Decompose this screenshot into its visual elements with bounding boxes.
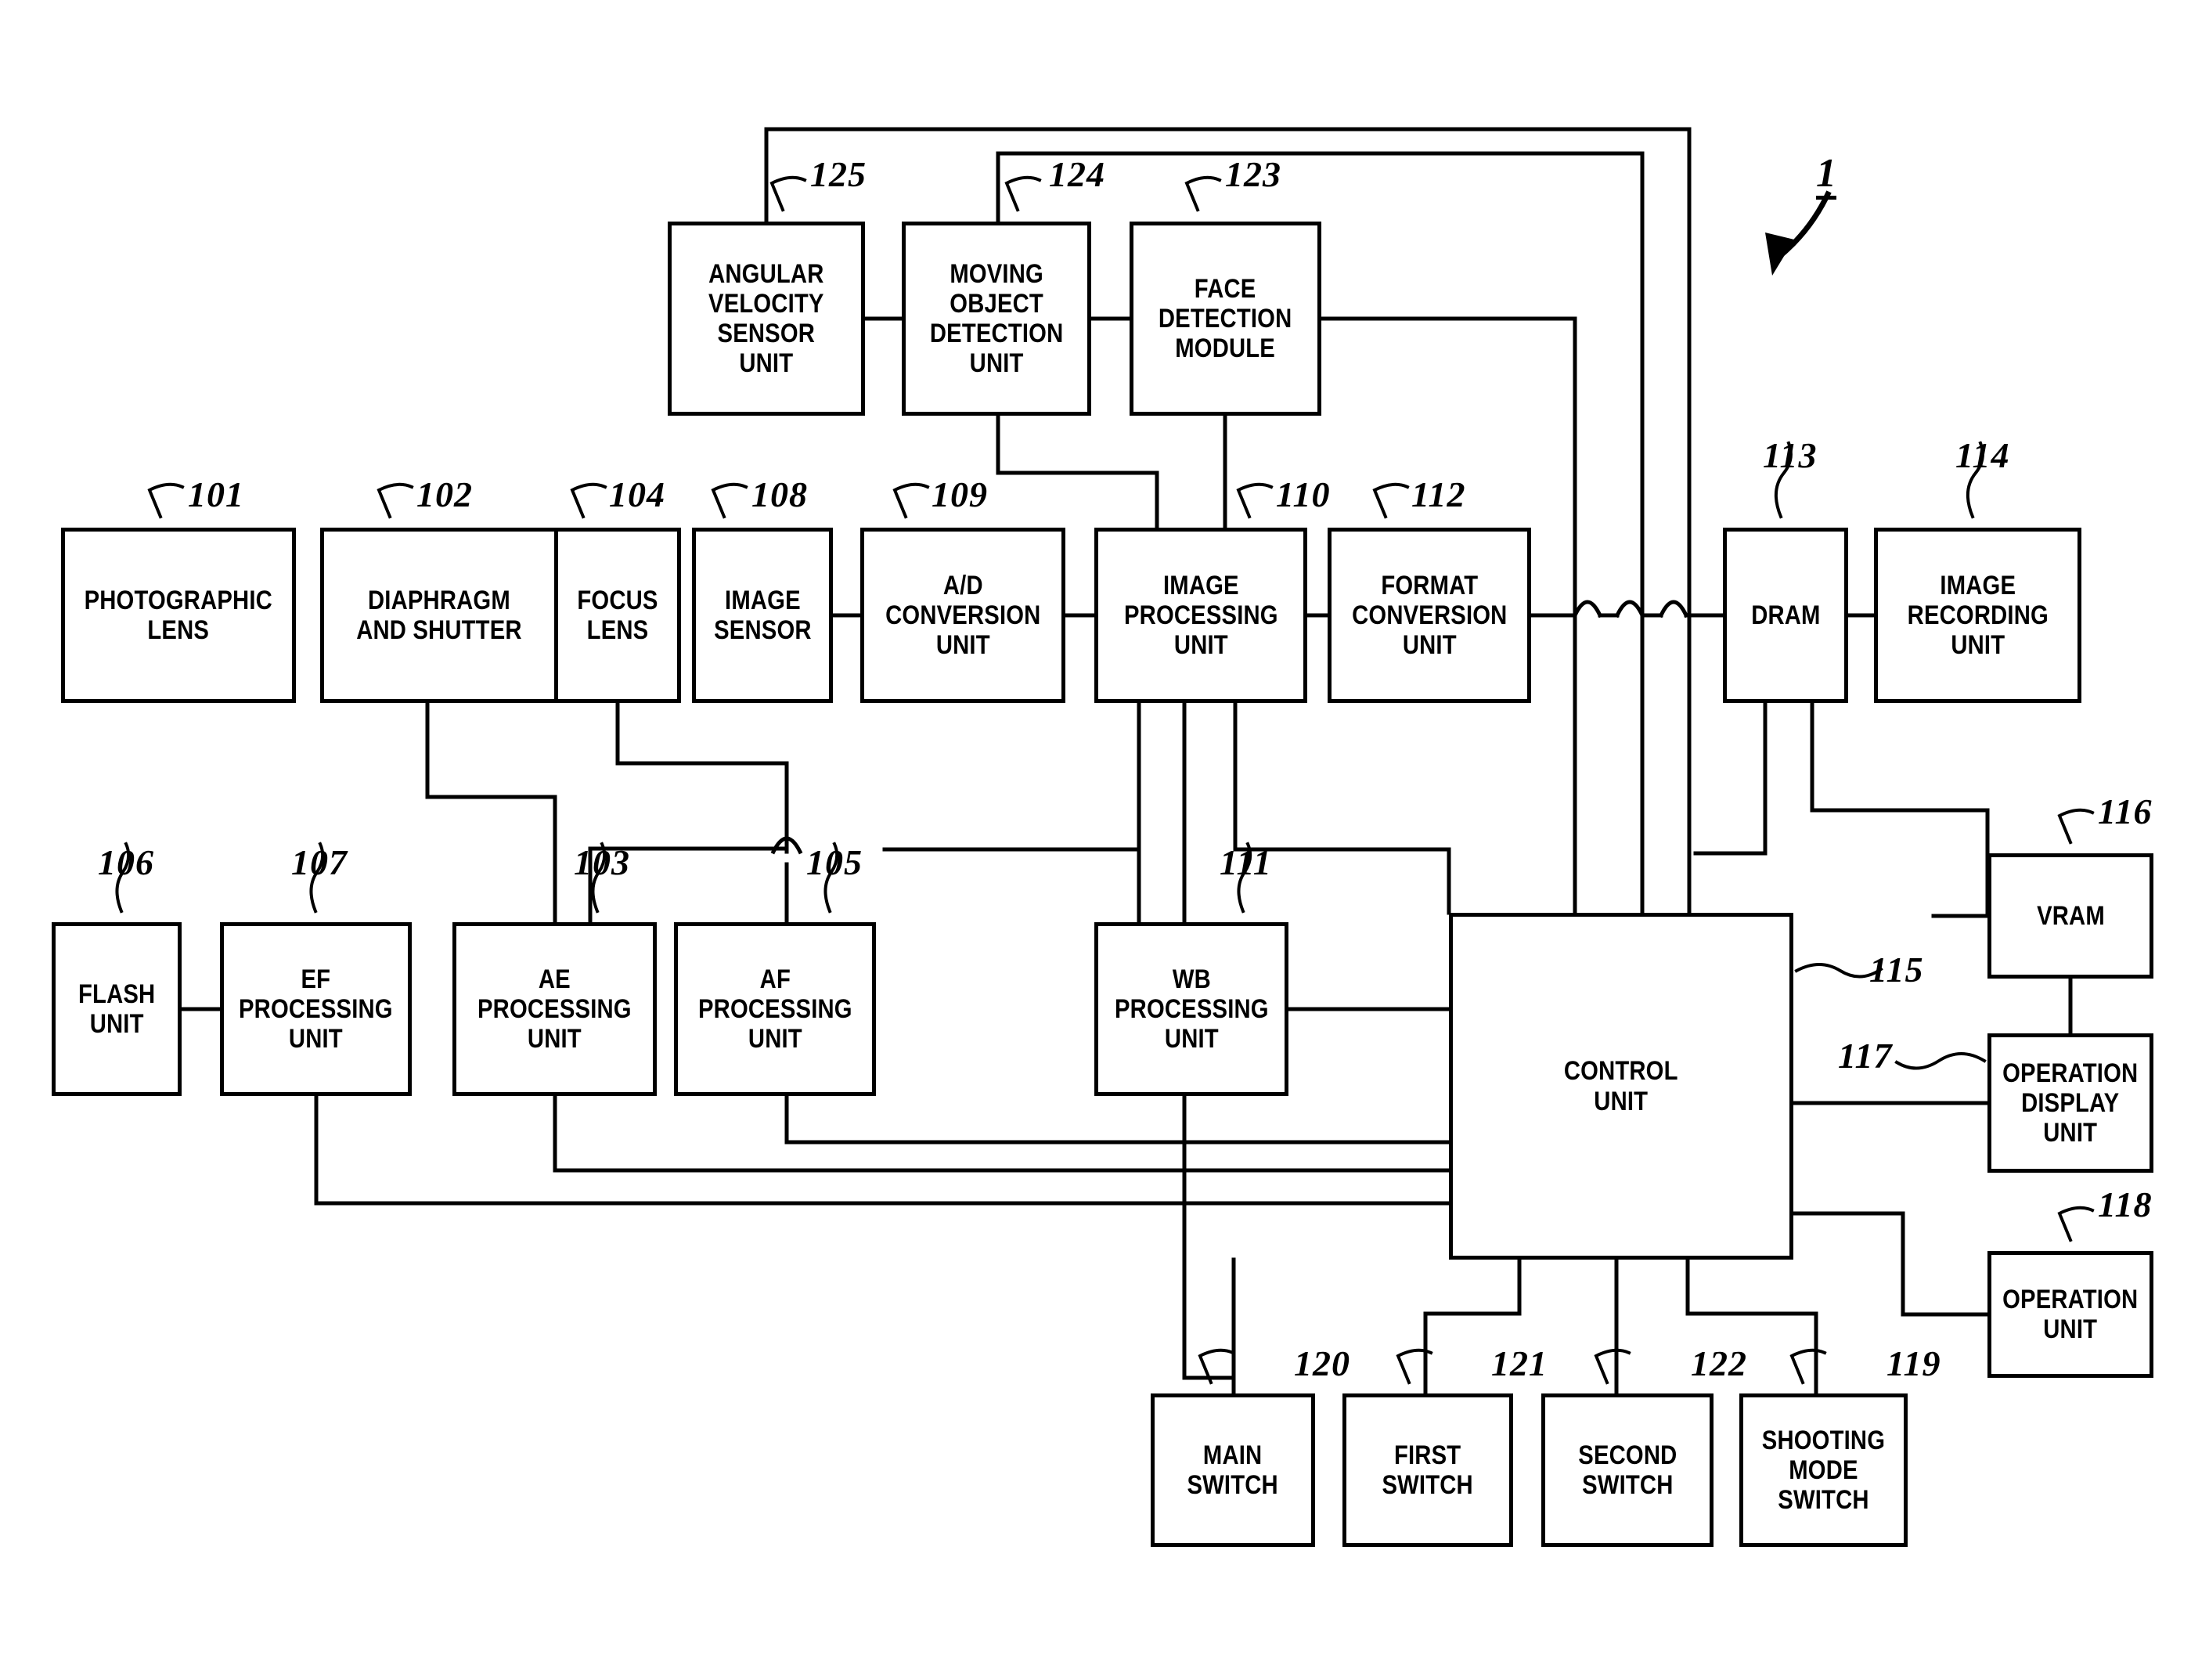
ref-number-106: 106 [98,842,154,882]
block-label: AE PROCESSING UNIT [477,964,632,1055]
block-label: VRAM [2036,900,2105,931]
block-label: PHOTOGRAPHIC LENS [84,585,273,645]
ref-number-119: 119 [1886,1343,1941,1383]
wire-hop-2 [1614,600,1645,618]
block-moving-object-detection-unit[interactable]: MOVING OBJECT DETECTION UNIT [902,222,1091,416]
ref-number-110: 110 [1276,474,1331,514]
ref-number-115: 115 [1869,950,1924,990]
block-label: OPERATION UNIT [2002,1284,2139,1344]
ref-number-120: 120 [1294,1343,1350,1383]
block-label: FORMAT CONVERSION UNIT [1351,570,1508,661]
block-label: DIAPHRAGM AND SHUTTER [356,585,522,645]
block-label: SECOND SWITCH [1577,1440,1677,1500]
block-first-switch[interactable]: FIRST SWITCH [1342,1393,1513,1547]
ref-number-112: 112 [1411,474,1466,514]
ref-number-123: 123 [1225,154,1281,194]
ref-number-111: 111 [1220,842,1272,882]
block-face-detection-module[interactable]: FACE DETECTION MODULE [1130,222,1321,416]
block-ad-conversion-unit[interactable]: A/D CONVERSION UNIT [860,528,1065,703]
wire-hop-3 [1658,600,1689,618]
ref-number-105: 105 [806,842,863,882]
block-format-conversion-unit[interactable]: FORMAT CONVERSION UNIT [1328,528,1531,703]
figure-number: 1 [1816,153,1836,200]
block-label: WB PROCESSING UNIT [1114,964,1269,1055]
block-flash-unit[interactable]: FLASH UNIT [52,922,182,1096]
fignum-arrow-shaft [1777,190,1832,259]
block-focus-lens[interactable]: FOCUS LENS [554,528,681,703]
block-label: MOVING OBJECT DETECTION UNIT [929,258,1064,379]
block-ae-processing-unit[interactable]: AE PROCESSING UNIT [452,922,657,1096]
fignum-arrow-head [1765,233,1794,276]
block-label: IMAGE SENSOR [713,585,812,645]
block-label: OPERATION DISPLAY UNIT [2002,1058,2139,1148]
block-main-switch[interactable]: MAIN SWITCH [1151,1393,1315,1547]
block-label: FOCUS LENS [577,585,658,645]
block-vram[interactable]: VRAM [1987,853,2153,979]
block-image-sensor[interactable]: IMAGE SENSOR [692,528,833,703]
block-ef-processing-unit[interactable]: EF PROCESSING UNIT [220,922,412,1096]
block-label: ANGULAR VELOCITY SENSOR UNIT [708,258,824,379]
ref-number-104: 104 [609,474,665,514]
ref-number-107: 107 [291,842,348,882]
block-label: FACE DETECTION MODULE [1159,273,1292,364]
block-angular-velocity-sensor-unit[interactable]: ANGULAR VELOCITY SENSOR UNIT [668,222,865,416]
block-label: IMAGE PROCESSING UNIT [1123,570,1278,661]
block-diagram-figure: 1 ANGULAR VELOCITY SENSOR UNIT MOVING OB… [0,0,2191,1680]
ref-number-118: 118 [2098,1184,2153,1224]
ref-number-101: 101 [188,474,244,514]
block-label: IMAGE RECORDING UNIT [1907,570,2049,661]
block-label: DRAM [1750,600,1821,630]
block-af-processing-unit[interactable]: AF PROCESSING UNIT [674,922,876,1096]
block-dram[interactable]: DRAM [1723,528,1848,703]
ref-number-122: 122 [1691,1343,1747,1383]
block-label: FLASH UNIT [77,979,156,1039]
block-operation-display-unit[interactable]: OPERATION DISPLAY UNIT [1987,1033,2153,1173]
block-image-recording-unit[interactable]: IMAGE RECORDING UNIT [1874,528,2081,703]
ref-number-108: 108 [751,474,808,514]
block-label: SHOOTING MODE SWITCH [1761,1425,1886,1516]
ref-number-109: 109 [932,474,988,514]
block-second-switch[interactable]: SECOND SWITCH [1541,1393,1714,1547]
block-control-unit[interactable]: CONTROL UNIT [1449,913,1793,1260]
ref-number-116: 116 [2098,791,2153,831]
block-label: AF PROCESSING UNIT [697,964,852,1055]
block-image-processing-unit[interactable]: IMAGE PROCESSING UNIT [1094,528,1307,703]
ref-number-121: 121 [1491,1343,1548,1383]
ref-number-124: 124 [1049,154,1105,194]
leader-lines [115,175,2095,1385]
block-label: CONTROL UNIT [1564,1056,1678,1116]
block-operation-unit[interactable]: OPERATION UNIT [1987,1251,2153,1378]
ref-number-114: 114 [1955,435,2010,475]
block-diaphragm-and-shutter[interactable]: DIAPHRAGM AND SHUTTER [320,528,558,703]
ref-number-113: 113 [1763,435,1818,475]
ref-number-117: 117 [1838,1036,1893,1076]
ref-number-102: 102 [416,474,473,514]
wire-focus-hop [770,836,803,855]
wire-hop-1 [1572,600,1603,618]
block-label: FIRST SWITCH [1382,1440,1474,1500]
block-label: A/D CONVERSION UNIT [885,570,1041,661]
block-wb-processing-unit[interactable]: WB PROCESSING UNIT [1094,922,1288,1096]
ref-number-103: 103 [574,842,630,882]
block-photographic-lens[interactable]: PHOTOGRAPHIC LENS [61,528,296,703]
block-shooting-mode-switch[interactable]: SHOOTING MODE SWITCH [1739,1393,1908,1547]
ref-number-125: 125 [810,154,867,194]
block-label: MAIN SWITCH [1187,1440,1279,1500]
block-label: EF PROCESSING UNIT [239,964,393,1055]
